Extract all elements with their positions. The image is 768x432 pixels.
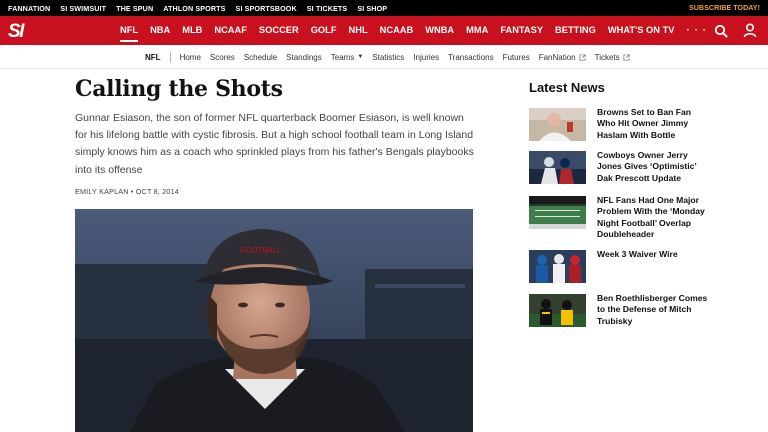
utility-link-the-spun[interactable]: THE SPUN — [116, 4, 153, 13]
nav-item-nfl[interactable]: NFL — [120, 16, 139, 45]
utility-link-si-swimsuit[interactable]: SI SWIMSUIT — [60, 4, 106, 13]
utility-link-si-tickets[interactable]: SI TICKETS — [307, 4, 348, 13]
search-icon[interactable] — [714, 24, 728, 38]
subnav-item-statistics[interactable]: Statistics — [372, 53, 404, 62]
utility-links: FANNATION SI SWIMSUIT THE SPUN ATHLON SP… — [8, 4, 387, 13]
latest-news-item[interactable]: NFL Fans Had One Major Problem With the … — [529, 195, 761, 240]
si-logo[interactable]: SI — [8, 21, 24, 43]
nav-item-ncaab[interactable]: NCAAB — [380, 16, 414, 45]
nav-item-wnba[interactable]: WNBA — [425, 16, 454, 45]
subnav-item-transactions[interactable]: Transactions — [448, 53, 494, 62]
utility-link-si-sportsbook[interactable]: SI SPORTSBOOK — [236, 4, 297, 13]
subnav-item-futures[interactable]: Futures — [503, 53, 530, 62]
news-thumbnail[interactable] — [529, 151, 586, 184]
caret-down-icon: ▼ — [357, 54, 364, 60]
subnav-item-schedule[interactable]: Schedule — [244, 53, 277, 62]
nav-item-ncaaf[interactable]: NCAAF — [214, 16, 247, 45]
news-headline[interactable]: Ben Roethlisberger Comes to the Defense … — [597, 293, 709, 327]
more-menu-icon[interactable]: · · · — [686, 25, 707, 36]
latest-news-item[interactable]: Browns Set to Ban Fan Who Hit Owner Jimm… — [529, 107, 761, 141]
news-thumbnail[interactable] — [529, 250, 586, 283]
subnav-item-fannation[interactable]: FanNation — [539, 53, 586, 62]
news-thumbnail[interactable] — [529, 108, 586, 141]
latest-news-item[interactable]: Cowboys Owner Jerry Jones Gives ‘Optimis… — [529, 150, 761, 184]
nav-item-mlb[interactable]: MLB — [182, 16, 202, 45]
subnav-divider — [169, 51, 171, 63]
subnav-section-label[interactable]: NFL — [145, 53, 161, 62]
cap-logo-text: FOOTBALL — [240, 246, 282, 255]
utility-bar: FANNATION SI SWIMSUIT THE SPUN ATHLON SP… — [0, 0, 768, 16]
subnav-item-tickets-label: Tickets — [594, 52, 620, 62]
latest-news-item[interactable]: Ben Roethlisberger Comes to the Defense … — [529, 293, 761, 327]
nav-item-whats-on-tv[interactable]: WHAT'S ON TV — [608, 16, 675, 45]
news-thumbnail[interactable] — [529, 196, 586, 229]
subnav-item-standings[interactable]: Standings — [286, 53, 322, 62]
nav-item-fantasy[interactable]: FANTASY — [500, 16, 543, 45]
subnav-item-home[interactable]: Home — [180, 53, 201, 62]
news-headline[interactable]: NFL Fans Had One Major Problem With the … — [597, 195, 709, 240]
subnav-item-injuries[interactable]: Injuries — [413, 53, 439, 62]
utility-link-athlon-sports[interactable]: ATHLON SPORTS — [163, 4, 225, 13]
utility-link-si-shop[interactable]: SI SHOP — [357, 4, 387, 13]
subscribe-link[interactable]: SUBSCRIBE TODAY! — [689, 3, 760, 12]
subnav-item-scores[interactable]: Scores — [210, 53, 235, 62]
nav-item-betting[interactable]: BETTING — [555, 16, 596, 45]
nav-item-mma[interactable]: MMA — [466, 16, 488, 45]
subnav-item-tickets[interactable]: Tickets — [595, 53, 630, 62]
latest-news-item[interactable]: Week 3 Waiver Wire — [529, 249, 761, 283]
nav-item-nhl[interactable]: NHL — [349, 16, 368, 45]
news-headline[interactable]: Week 3 Waiver Wire — [597, 249, 709, 283]
sport-nav: NFL NBA MLB NCAAF SOCCER GOLF NHL NCAAB … — [120, 16, 707, 45]
nav-item-nba[interactable]: NBA — [150, 16, 170, 45]
subnav-item-teams-label: Teams — [330, 52, 355, 62]
hero-image: FOOTBALL — [75, 209, 473, 432]
nav-item-soccer[interactable]: SOCCER — [259, 16, 299, 45]
article-title: Calling the Shots — [75, 76, 283, 102]
subnav-item-fannation-label: FanNation — [538, 52, 576, 62]
news-headline[interactable]: Browns Set to Ban Fan Who Hit Owner Jimm… — [597, 107, 709, 141]
section-subnav-items: NFL Home Scores Schedule Standings Teams… — [145, 45, 639, 69]
account-icon[interactable] — [743, 23, 757, 38]
article-dek: Gunnar Esiason, the son of former NFL qu… — [75, 112, 474, 176]
section-subnav: NFL Home Scores Schedule Standings Teams… — [0, 45, 768, 69]
external-link-icon — [579, 53, 586, 61]
utility-link-fannation[interactable]: FANNATION — [8, 4, 50, 13]
article-byline: EMILY KAPLAN • OCT 8, 2014 — [75, 187, 179, 196]
news-headline[interactable]: Cowboys Owner Jerry Jones Gives ‘Optimis… — [597, 150, 709, 184]
nav-item-golf[interactable]: GOLF — [311, 16, 337, 45]
subnav-item-teams[interactable]: Teams ▼ — [331, 53, 364, 62]
external-link-icon — [623, 53, 630, 61]
main-nav: SI NFL NBA MLB NCAAF SOCCER GOLF NHL NCA… — [0, 16, 768, 45]
latest-news-heading: Latest News — [529, 80, 605, 95]
news-thumbnail[interactable] — [529, 294, 586, 327]
hero-photo-illustration: FOOTBALL — [75, 209, 473, 432]
